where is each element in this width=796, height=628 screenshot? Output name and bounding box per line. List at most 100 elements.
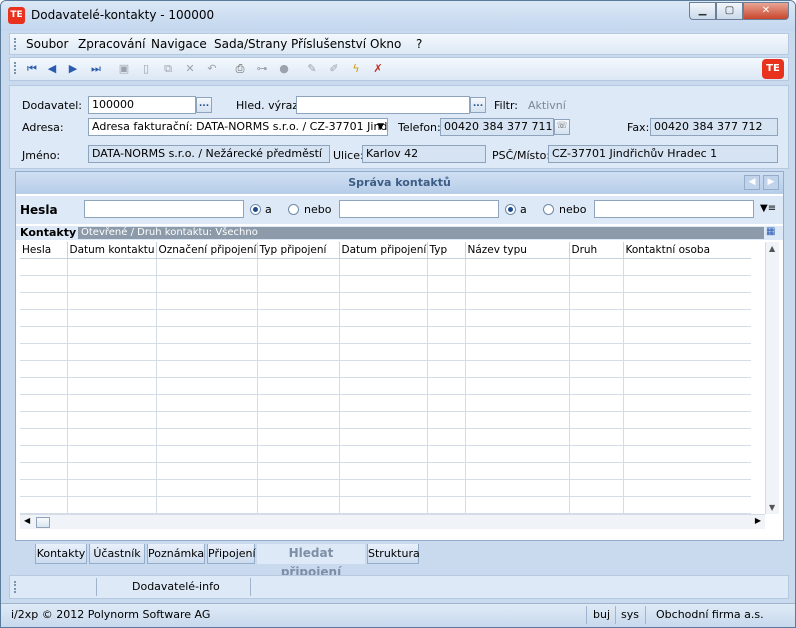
- table-cell[interactable]: [623, 394, 751, 412]
- table-cell[interactable]: [427, 394, 466, 412]
- infobar-grip-icon[interactable]: [14, 581, 17, 593]
- table-row[interactable]: [20, 462, 751, 480]
- table-cell[interactable]: [67, 377, 157, 395]
- scroll-thumb[interactable]: [36, 517, 50, 528]
- tab-hledat-pripojeni[interactable]: Hledat připojení: [257, 544, 365, 579]
- maximize-button[interactable]: ▢: [716, 2, 743, 20]
- col-typ[interactable]: Typ: [427, 242, 466, 259]
- table-cell[interactable]: [465, 479, 570, 497]
- phone-call-icon[interactable]: ☏: [554, 119, 570, 135]
- table-cell[interactable]: [569, 479, 624, 497]
- table-cell[interactable]: [339, 445, 428, 463]
- print-icon[interactable]: ⎙: [232, 61, 248, 77]
- table-cell[interactable]: [156, 496, 258, 514]
- table-cell[interactable]: [569, 275, 624, 293]
- table-cell[interactable]: [257, 479, 340, 497]
- table-cell[interactable]: [156, 343, 258, 361]
- table-cell[interactable]: [156, 292, 258, 310]
- table-cell[interactable]: [569, 496, 624, 514]
- edit-icon[interactable]: ✎: [304, 61, 320, 77]
- table-row[interactable]: [20, 343, 751, 361]
- table-cell[interactable]: [465, 445, 570, 463]
- table-cell[interactable]: [569, 292, 624, 310]
- table-cell[interactable]: [339, 360, 428, 378]
- table-cell[interactable]: [569, 411, 624, 429]
- menu-zpracovani[interactable]: Zpracování: [78, 37, 145, 51]
- table-cell[interactable]: [623, 326, 751, 344]
- table-cell[interactable]: [339, 326, 428, 344]
- col-datum-kontaktu[interactable]: Datum kontaktu: [67, 242, 157, 259]
- table-cell[interactable]: [427, 462, 466, 480]
- close-button[interactable]: ✕: [743, 2, 789, 20]
- tab-poznamka[interactable]: Poznámka: [147, 544, 205, 564]
- table-cell[interactable]: [257, 496, 340, 514]
- tab-kontakty[interactable]: Kontakty: [35, 544, 87, 564]
- menu-grip-icon[interactable]: [14, 38, 17, 50]
- table-cell[interactable]: [67, 326, 157, 344]
- table-cell[interactable]: [67, 275, 157, 293]
- table-cell[interactable]: [20, 496, 68, 514]
- menu-help[interactable]: ?: [416, 37, 422, 51]
- table-cell[interactable]: [427, 411, 466, 429]
- table-cell[interactable]: [257, 462, 340, 480]
- table-cell[interactable]: [156, 411, 258, 429]
- radio-a-1[interactable]: [250, 204, 261, 215]
- table-cell[interactable]: [156, 428, 258, 446]
- adresa-select[interactable]: Adresa fakturační: DATA-NORMS s.r.o. / C…: [88, 118, 388, 136]
- table-cell[interactable]: [156, 326, 258, 344]
- undo-icon[interactable]: ↶: [204, 61, 220, 77]
- table-cell[interactable]: [465, 496, 570, 514]
- table-cell[interactable]: [569, 394, 624, 412]
- table-cell[interactable]: [67, 411, 157, 429]
- table-cell[interactable]: [465, 275, 570, 293]
- kontakty-filter-bar[interactable]: Otevřené / Druh kontaktu: Všechno: [78, 227, 764, 239]
- table-cell[interactable]: [156, 377, 258, 395]
- tab-struktura[interactable]: Struktura: [367, 544, 420, 564]
- table-cell[interactable]: [20, 411, 68, 429]
- table-cell[interactable]: [257, 343, 340, 361]
- chevron-down-icon[interactable]: ▼: [377, 119, 384, 135]
- table-cell[interactable]: [257, 292, 340, 310]
- table-cell[interactable]: [67, 479, 157, 497]
- table-cell[interactable]: [67, 496, 157, 514]
- table-cell[interactable]: [20, 292, 68, 310]
- table-cell[interactable]: [623, 309, 751, 327]
- table-cell[interactable]: [257, 377, 340, 395]
- table-cell[interactable]: [67, 462, 157, 480]
- title-bar[interactable]: TE Dodavatelé-kontakty - 100000 ▁ ▢ ✕: [1, 1, 795, 31]
- vertical-scrollbar[interactable]: ▲ ▼: [765, 242, 779, 514]
- table-cell[interactable]: [339, 462, 428, 480]
- table-cell[interactable]: [339, 292, 428, 310]
- col-datum-pripojeni[interactable]: Datum připojení: [339, 242, 428, 259]
- table-row[interactable]: [20, 360, 751, 378]
- radio-a-2[interactable]: [505, 204, 516, 215]
- table-cell[interactable]: [257, 411, 340, 429]
- col-druh[interactable]: Druh: [569, 242, 624, 259]
- table-cell[interactable]: [465, 343, 570, 361]
- menu-okno[interactable]: Okno: [370, 37, 401, 51]
- table-cell[interactable]: [257, 326, 340, 344]
- table-cell[interactable]: [623, 428, 751, 446]
- table-cell[interactable]: [339, 479, 428, 497]
- tab-ucastnik[interactable]: Účastník: [89, 544, 145, 564]
- table-cell[interactable]: [569, 377, 624, 395]
- table-cell[interactable]: [623, 377, 751, 395]
- table-cell[interactable]: [465, 377, 570, 395]
- tab-pripojeni[interactable]: Připojení: [207, 544, 256, 564]
- table-row[interactable]: [20, 292, 751, 310]
- table-cell[interactable]: [257, 309, 340, 327]
- table-cell[interactable]: [20, 445, 68, 463]
- table-row[interactable]: [20, 411, 751, 429]
- table-cell[interactable]: [623, 292, 751, 310]
- table-cell[interactable]: [339, 428, 428, 446]
- table-cell[interactable]: [156, 479, 258, 497]
- table-row[interactable]: [20, 275, 751, 293]
- table-cell[interactable]: [339, 377, 428, 395]
- col-typ-pripojeni[interactable]: Typ připojení: [257, 242, 340, 259]
- table-cell[interactable]: [569, 428, 624, 446]
- table-cell[interactable]: [339, 394, 428, 412]
- panel-prev-icon[interactable]: ◀: [744, 175, 760, 190]
- table-cell[interactable]: [623, 496, 751, 514]
- dodavatele-info-button[interactable]: Dodavatelé-info: [132, 580, 220, 593]
- table-row[interactable]: [20, 309, 751, 327]
